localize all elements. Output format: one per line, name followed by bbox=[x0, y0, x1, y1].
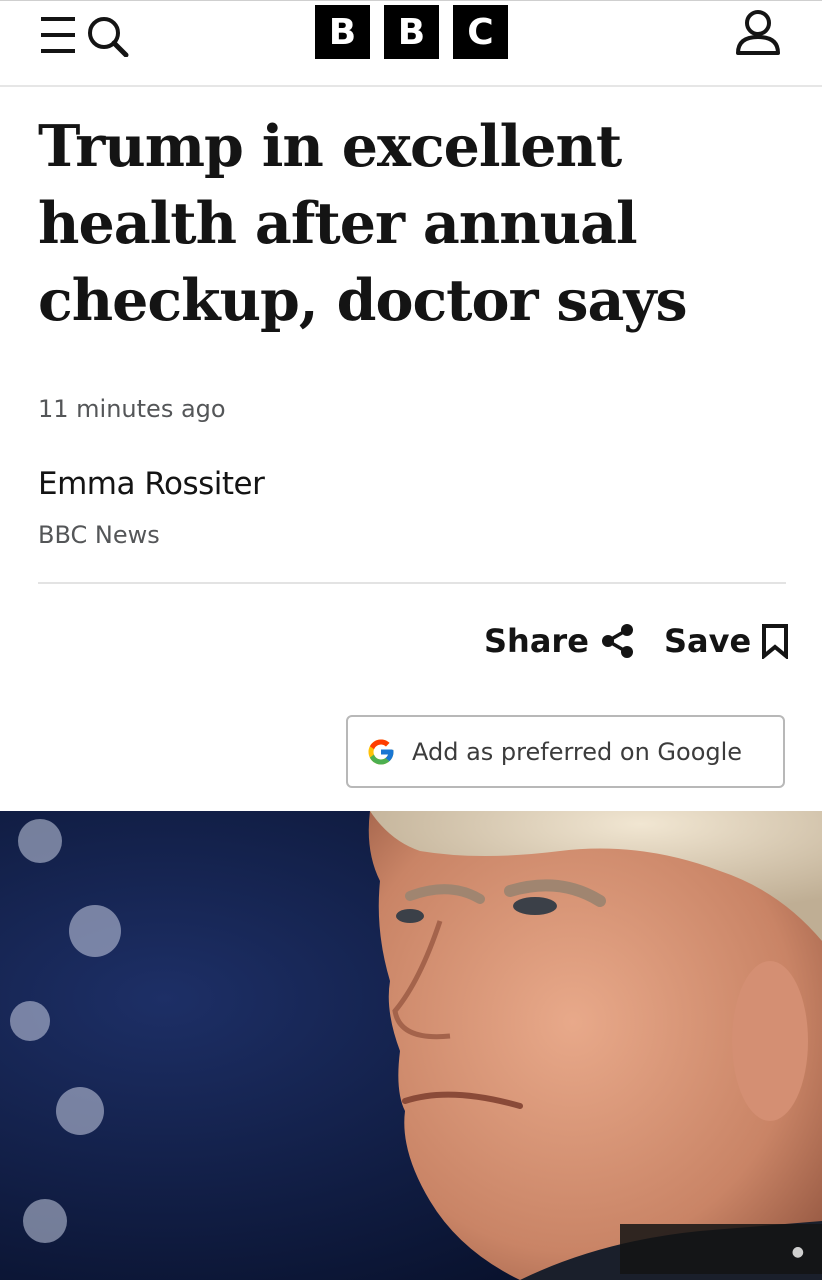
bookmark-icon bbox=[762, 624, 789, 659]
article-headline: Trump in excellent health after annual c… bbox=[38, 113, 688, 334]
google-g-icon bbox=[368, 739, 394, 764]
search-icon bbox=[88, 17, 129, 58]
menu-icon bbox=[41, 17, 75, 53]
share-button[interactable]: Share bbox=[484, 619, 635, 663]
save-label: Save bbox=[664, 622, 752, 660]
byline-divider bbox=[38, 582, 786, 584]
add-preferred-google-button[interactable]: Add as preferred on Google bbox=[346, 715, 785, 788]
share-icon bbox=[601, 624, 633, 658]
article-timestamp: 11 minutes ago bbox=[38, 395, 226, 423]
google-button-label: Add as preferred on Google bbox=[412, 737, 743, 766]
logo-letter-b1: B bbox=[315, 5, 370, 59]
bbc-logo[interactable]: B B C bbox=[315, 5, 508, 59]
hero-photo bbox=[0, 811, 822, 1280]
account-button[interactable] bbox=[733, 9, 783, 57]
article-page: B B C Trump in excellent health after an… bbox=[0, 0, 822, 1280]
account-icon bbox=[736, 10, 780, 55]
menu-search-button[interactable] bbox=[38, 13, 134, 58]
top-navigation-bar: B B C bbox=[0, 0, 822, 87]
caption-indicator-icon: ● bbox=[791, 1244, 804, 1260]
save-button[interactable]: Save bbox=[664, 619, 789, 663]
logo-letter-c: C bbox=[453, 5, 508, 59]
author-outlet: BBC News bbox=[38, 521, 160, 549]
image-caption-overlay: ● bbox=[620, 1224, 822, 1274]
logo-letter-b2: B bbox=[384, 5, 439, 59]
share-label: Share bbox=[484, 622, 589, 660]
author-name: Emma Rossiter bbox=[38, 466, 265, 502]
